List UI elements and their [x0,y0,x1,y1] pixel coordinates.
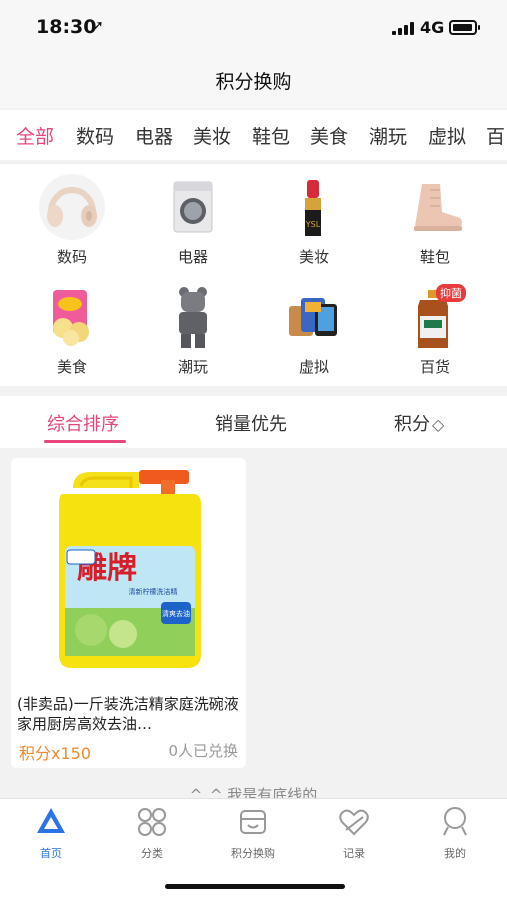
sort-bar: 综合排序 销量优先 积分 ◇ [0,396,507,448]
bear-figure-icon [158,282,228,352]
sort-active-underline [44,440,126,443]
tab-virtual[interactable]: 虚拟 [428,122,466,149]
sort-sales-first[interactable]: 销量优先 [215,410,287,436]
tab-digital[interactable]: 数码 [76,122,114,149]
tab-profile[interactable]: 我的 [415,805,495,861]
grid-label: 虚拟 [298,358,329,376]
bottle-badge: 清爽去油 [162,609,190,618]
tab-shoes-bags[interactable]: 鞋包 [252,122,290,149]
grid-label: 潮玩 [177,358,208,376]
grid-label: 美妆 [298,248,329,266]
bottle-subtitle: 清新柠檬洗洁精 [129,587,178,596]
category-icon [138,808,166,836]
network-type: 4G [420,18,445,37]
profile-icon [443,807,467,836]
grid-label: 美食 [56,358,87,376]
grid-item-trendy-toys[interactable]: 潮玩 [143,282,243,377]
cards-icon [279,282,349,352]
grid-item-general-goods[interactable]: 抑菌 百货 [385,282,485,377]
badge-antibacterial: 抑菌 [436,284,466,302]
headphones-icon [37,172,107,242]
grid-item-virtual[interactable]: 虚拟 [264,282,364,377]
tab-label: 首页 [40,847,62,860]
grid-label: 数码 [56,248,87,266]
status-bar: 18:30 ➚ 4G [0,0,507,58]
tab-beauty[interactable]: 美妆 [193,122,231,149]
tab-home[interactable]: 首页 [11,805,91,861]
tab-points-shop[interactable]: 积分换购 [213,805,293,861]
tab-label: 我的 [444,847,466,860]
disinfectant-icon: 抑菌 [400,282,470,352]
home-icon [37,808,65,833]
location-arrow-icon: ➚ [92,18,104,34]
home-indicator [165,884,345,889]
category-grid: 数码 电器 YSL 美妆 鞋包 美食 潮玩 虚拟 抑菌 百货 [0,163,507,386]
page-title: 积分换购 [215,71,292,93]
nav-bar: 积分换购 [0,58,507,108]
signal-icon [392,21,414,35]
tab-general-goods[interactable]: 百 [486,122,505,149]
boot-icon [400,172,470,242]
grid-label: 百货 [419,358,450,376]
grid-item-shoes-bags[interactable]: 鞋包 [385,172,485,267]
tab-label: 记录 [343,847,365,860]
snack-icon [37,282,107,352]
tab-label: 分类 [141,847,163,860]
tab-all[interactable]: 全部 [16,122,54,149]
lipstick-icon: YSL [279,172,349,242]
grid-item-beauty[interactable]: YSL 美妆 [264,172,364,267]
grid-label: 鞋包 [419,248,450,266]
status-time: 18:30 [36,16,97,38]
tab-trendy-toys[interactable]: 潮玩 [369,122,407,149]
tab-food[interactable]: 美食 [310,122,348,149]
tab-category[interactable]: 分类 [112,805,192,861]
tab-appliance[interactable]: 电器 [135,122,173,149]
sort-comprehensive[interactable]: 综合排序 [47,410,119,436]
grid-item-appliance[interactable]: 电器 [143,172,243,267]
product-card[interactable]: 雕牌 清新柠檬洗洁精 清爽去油 (非卖品)一斤装洗洁精家庭洗碗液家用厨房高效去油… [11,458,246,768]
sort-points-label: 积分 [394,414,430,435]
record-icon [339,809,369,836]
tab-record[interactable]: 记录 [314,805,394,861]
category-tabs: 全部 数码 电器 美妆 鞋包 美食 潮玩 虚拟 百 [0,110,507,160]
svg-text:YSL: YSL [305,220,321,229]
points-shop-icon [240,810,266,834]
washing-machine-icon [158,172,228,242]
product-name: (非卖品)一斤装洗洁精家庭洗碗液家用厨房高效去油… [17,695,239,733]
battery-icon [449,20,480,35]
sort-toggle-icon: ◇ [432,415,445,434]
product-image: 雕牌 清新柠檬洗洁精 清爽去油 [11,458,246,688]
tab-label: 积分换购 [231,847,275,860]
sort-points[interactable]: 积分 ◇ [394,410,444,436]
product-price: 积分x150 [19,744,92,763]
product-sold-count: 0人已兑换 [168,742,238,760]
grid-label: 电器 [177,248,208,266]
grid-item-food[interactable]: 美食 [22,282,122,377]
grid-item-digital[interactable]: 数码 [22,172,122,267]
